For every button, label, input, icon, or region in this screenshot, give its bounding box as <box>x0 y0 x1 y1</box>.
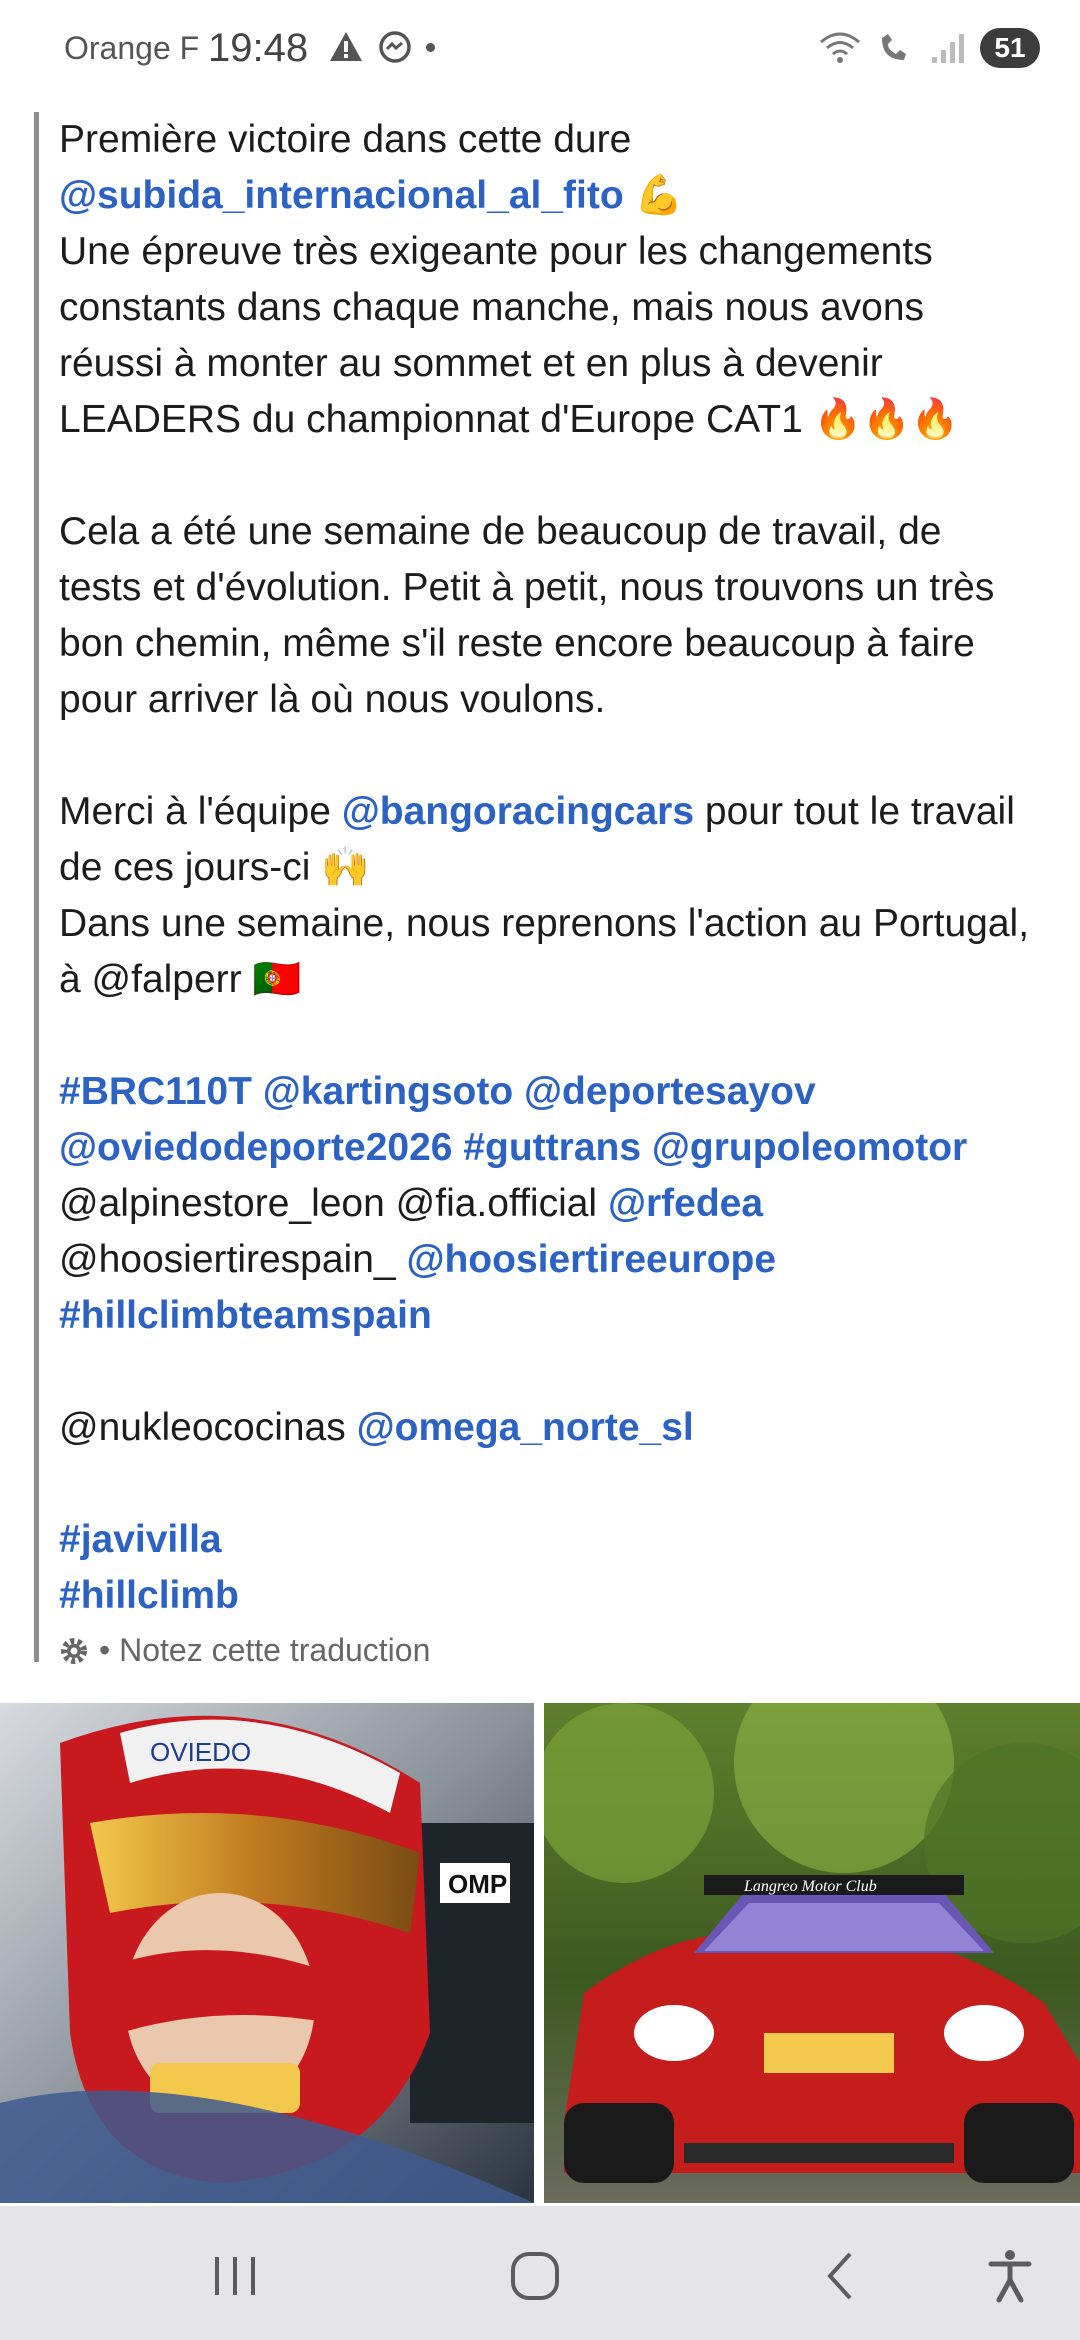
fire-emoji: 🔥🔥🔥 <box>813 398 960 441</box>
signal-icon <box>932 34 964 63</box>
race-car-photo[interactable]: Langreo Motor Club <box>544 1703 1080 2203</box>
caption-text: Merci à l'équipe <box>59 790 342 833</box>
windshield-banner-text: Langreo Motor Club <box>743 1878 877 1895</box>
mention-text: @alpinestore_leon @fia.official <box>59 1182 598 1225</box>
battery-indicator: 51 <box>980 28 1040 68</box>
wifi-icon <box>820 32 860 63</box>
mention-text: @nukleococinas <box>59 1406 346 1449</box>
mention-link[interactable]: @hoosiertireeurope <box>406 1238 776 1281</box>
notification-icons <box>328 30 435 64</box>
messenger-icon <box>379 31 411 63</box>
mention-link[interactable]: @subida_internacional_al_fito <box>59 174 624 217</box>
carrier-label: Orange F <box>64 30 200 66</box>
portugal-flag-emoji: 🇵🇹 <box>252 958 302 1001</box>
recent-apps-icon <box>215 2257 255 2295</box>
caption-paragraph: Cela a été une semaine de beaucoup de tr… <box>59 510 995 721</box>
clock: 19:48 <box>208 26 309 70</box>
more-notifications-dot <box>426 42 435 52</box>
muscle-emoji: 💪 <box>634 174 684 217</box>
omp-logo-text: OMP <box>448 1869 507 1899</box>
hands-emoji: 🙌 <box>321 846 370 889</box>
system-icons: 51 <box>818 28 1040 68</box>
post-caption: Première victoire dans cette dure @subid… <box>34 112 1034 1668</box>
wifi-calling-icon <box>882 34 906 60</box>
home-button[interactable] <box>500 2246 570 2306</box>
hashtag-link[interactable]: #BRC110T <box>59 1070 252 1113</box>
accessibility-button[interactable] <box>975 2246 1045 2306</box>
back-icon <box>827 2252 852 2300</box>
helmet-sponsor-text: OVIEDO <box>150 1737 251 1767</box>
caption-paragraph: Dans une semaine, nous reprenons l'actio… <box>59 902 1030 1001</box>
caption-paragraph: Une épreuve très exigeante pour les chan… <box>59 230 933 441</box>
hashtag-link[interactable]: #javivilla <box>59 1518 222 1561</box>
mention-link[interactable]: @bangoracingcars <box>342 790 694 833</box>
mention-link[interactable]: @kartingsoto <box>263 1070 513 1113</box>
recent-apps-button[interactable] <box>200 2246 270 2306</box>
mention-link[interactable]: @grupoleomotor <box>652 1126 967 1169</box>
warning-icon <box>330 32 362 61</box>
status-bar: Orange F 19:48 51 <box>0 0 1080 100</box>
mention-link[interactable]: @omega_norte_sl <box>357 1406 694 1449</box>
accessibility-icon <box>988 2250 1032 2303</box>
hashtag-link[interactable]: #guttrans <box>463 1126 641 1169</box>
hashtag-link[interactable]: #hillclimbteamspain <box>59 1294 432 1337</box>
gear-icon <box>61 1637 87 1664</box>
mention-link[interactable]: @rfedea <box>608 1182 763 1225</box>
mention-link[interactable]: @oviedodeporte2026 <box>59 1126 453 1169</box>
rate-translation-row[interactable]: • Notez cette traduction <box>59 1632 1034 1669</box>
caption-line: Première victoire dans cette dure <box>59 118 632 161</box>
mention-text: @hoosiertirespain_ <box>59 1238 396 1281</box>
hashtag-link[interactable]: #hillclimb <box>59 1574 239 1617</box>
mention-link[interactable]: @deportesayov <box>524 1070 816 1113</box>
back-button[interactable] <box>805 2246 875 2306</box>
rate-translation-label: • Notez cette traduction <box>99 1632 431 1668</box>
system-navigation-bar <box>0 2206 1080 2340</box>
driver-photo[interactable]: OMP OVIEDO <box>0 1703 534 2203</box>
home-icon <box>511 2252 559 2300</box>
photo-row: OMP OVIEDO Langreo Motor Club <box>0 1703 1080 2203</box>
